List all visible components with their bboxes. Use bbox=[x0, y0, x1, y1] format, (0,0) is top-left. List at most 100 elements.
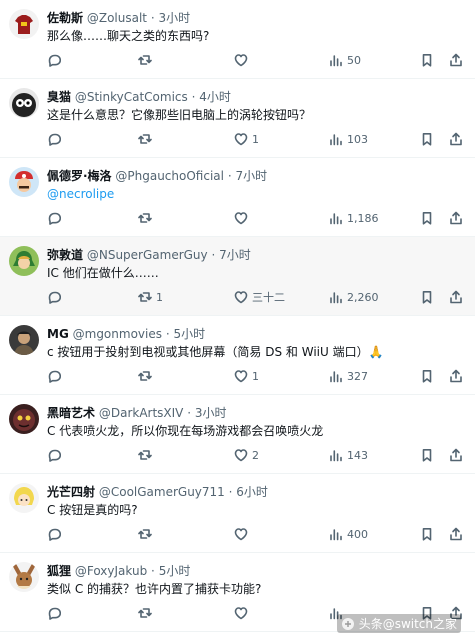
share-button[interactable] bbox=[449, 525, 463, 543]
share-button[interactable] bbox=[449, 209, 463, 227]
avatar[interactable] bbox=[9, 562, 39, 592]
bookmark-button[interactable] bbox=[420, 209, 434, 227]
tweet-text: @necrolipe bbox=[47, 187, 115, 201]
share-button[interactable] bbox=[449, 130, 463, 148]
avatar[interactable] bbox=[9, 88, 39, 118]
like-button[interactable]: 2 bbox=[234, 446, 259, 464]
retweet-button[interactable]: 1 bbox=[138, 288, 163, 306]
views-button[interactable]: 143 bbox=[329, 446, 368, 464]
avatar[interactable] bbox=[9, 167, 39, 197]
bookmark-button[interactable] bbox=[420, 288, 434, 306]
bookmark-button[interactable] bbox=[420, 367, 434, 385]
like-button[interactable]: 三十二 bbox=[234, 288, 285, 306]
reply-button[interactable] bbox=[47, 209, 65, 227]
display-name[interactable]: 臭猫 bbox=[47, 90, 71, 104]
timestamp[interactable]: 6小时 bbox=[236, 485, 268, 499]
views-button[interactable]: 2,260 bbox=[329, 288, 379, 306]
reply-button[interactable] bbox=[47, 130, 65, 148]
view-count: 103 bbox=[347, 132, 368, 146]
display-name[interactable]: 佩德罗·梅洛 bbox=[47, 169, 112, 183]
like-button[interactable] bbox=[234, 604, 252, 622]
retweet-button[interactable] bbox=[138, 604, 156, 622]
views-button[interactable]: 1,186 bbox=[329, 209, 379, 227]
heart-icon bbox=[234, 528, 248, 541]
timestamp[interactable]: 7小时 bbox=[235, 169, 267, 183]
avatar[interactable] bbox=[9, 483, 39, 513]
view-count: 1,186 bbox=[347, 211, 379, 225]
user-handle[interactable]: @CoolGamerGuy711 bbox=[99, 485, 225, 499]
bookmark-button[interactable] bbox=[420, 525, 434, 543]
retweet-button[interactable] bbox=[138, 209, 156, 227]
tweet[interactable]: MG @mgonmovies · 5小时 c 按钮用于投射到电视或其他屏幕（简易… bbox=[0, 316, 475, 395]
user-handle[interactable]: @NSuperGamerGuy bbox=[87, 248, 208, 262]
share-button[interactable] bbox=[449, 367, 463, 385]
avatar[interactable] bbox=[9, 246, 39, 276]
user-handle[interactable]: @PhgauchoOficial bbox=[115, 169, 224, 183]
analytics-icon bbox=[330, 55, 342, 67]
like-button[interactable] bbox=[234, 51, 252, 69]
retweet-button[interactable] bbox=[138, 367, 156, 385]
watermark: 头条@switch之家 bbox=[336, 614, 461, 633]
reply-button[interactable] bbox=[47, 604, 65, 622]
display-name[interactable]: 黑暗艺术 bbox=[47, 406, 95, 420]
views-button[interactable]: 103 bbox=[329, 130, 368, 148]
timestamp[interactable]: 5小时 bbox=[159, 564, 191, 578]
like-button[interactable] bbox=[234, 525, 252, 543]
reply-button[interactable] bbox=[47, 367, 65, 385]
tweet[interactable]: 弥敦道 @NSuperGamerGuy · 7小时 IC 他们在做什么…… 1 … bbox=[0, 237, 475, 316]
avatar[interactable] bbox=[9, 325, 39, 355]
share-button[interactable] bbox=[449, 288, 463, 306]
avatar[interactable] bbox=[9, 404, 39, 434]
bookmark-button[interactable] bbox=[420, 446, 434, 464]
like-count: 2 bbox=[252, 448, 259, 462]
display-name[interactable]: 光芒四射 bbox=[47, 485, 95, 499]
tweet[interactable]: 佩德罗·梅洛 @PhgauchoOficial · 7小时 @necrolipe… bbox=[0, 158, 475, 237]
retweet-button[interactable] bbox=[138, 446, 156, 464]
tweet[interactable]: 光芒四射 @CoolGamerGuy711 · 6小时 C 按钮是真的吗? 40… bbox=[0, 474, 475, 553]
tweet[interactable]: 黑暗艺术 @DarkArtsXIV · 3小时 C 代表喷火龙，所以你现在每场游… bbox=[0, 395, 475, 474]
like-button[interactable] bbox=[234, 209, 252, 227]
retweet-button[interactable] bbox=[138, 51, 156, 69]
timestamp[interactable]: 3小时 bbox=[158, 11, 190, 25]
heart-icon bbox=[234, 133, 248, 146]
bookmark-button[interactable] bbox=[420, 51, 434, 69]
timestamp[interactable]: 3小时 bbox=[195, 406, 227, 420]
retweet-button[interactable] bbox=[138, 525, 156, 543]
display-name[interactable]: 弥敦道 bbox=[47, 248, 83, 262]
timestamp[interactable]: 5小时 bbox=[173, 327, 205, 341]
timestamp[interactable]: 7小时 bbox=[219, 248, 251, 262]
like-button[interactable]: 1 bbox=[234, 130, 259, 148]
reply-button[interactable] bbox=[47, 525, 65, 543]
views-button[interactable]: 400 bbox=[329, 525, 368, 543]
tweet[interactable]: 佐勒斯 @Zolusalt · 3小时 那么像……聊天之类的东西吗? 50 bbox=[0, 0, 475, 79]
display-name[interactable]: 狐狸 bbox=[47, 564, 71, 578]
reply-button[interactable] bbox=[47, 51, 65, 69]
share-button[interactable] bbox=[449, 51, 463, 69]
view-count: 50 bbox=[347, 53, 361, 67]
views-button[interactable]: 50 bbox=[329, 51, 361, 69]
like-button[interactable]: 1 bbox=[234, 367, 259, 385]
user-handle[interactable]: @DarkArtsXIV bbox=[99, 406, 184, 420]
reply-button[interactable] bbox=[47, 446, 65, 464]
separator-dot: · bbox=[227, 169, 232, 183]
user-handle[interactable]: @FoxyJakub bbox=[75, 564, 147, 578]
bookmark-button[interactable] bbox=[420, 130, 434, 148]
user-handle[interactable]: @StinkyCatComics bbox=[75, 90, 188, 104]
tweet[interactable]: 臭猫 @StinkyCatComics · 4小时 这是什么意思？它像那些旧电脑… bbox=[0, 79, 475, 158]
reply-button[interactable] bbox=[47, 288, 65, 306]
bookmark-icon bbox=[422, 212, 432, 225]
action-bar: 400 bbox=[47, 525, 469, 543]
retweet-button[interactable] bbox=[138, 130, 156, 148]
display-name[interactable]: MG bbox=[47, 327, 69, 341]
avatar[interactable] bbox=[9, 9, 39, 39]
reply-icon bbox=[48, 54, 61, 67]
display-name[interactable]: 佐勒斯 bbox=[47, 11, 83, 25]
user-handle[interactable]: @mgonmovies bbox=[73, 327, 162, 341]
analytics-icon bbox=[330, 213, 342, 225]
user-handle[interactable]: @Zolusalt bbox=[87, 11, 147, 25]
timestamp[interactable]: 4小时 bbox=[199, 90, 231, 104]
views-button[interactable]: 327 bbox=[329, 367, 368, 385]
retweet-count: 1 bbox=[156, 290, 163, 304]
view-count: 2,260 bbox=[347, 290, 379, 304]
share-button[interactable] bbox=[449, 446, 463, 464]
